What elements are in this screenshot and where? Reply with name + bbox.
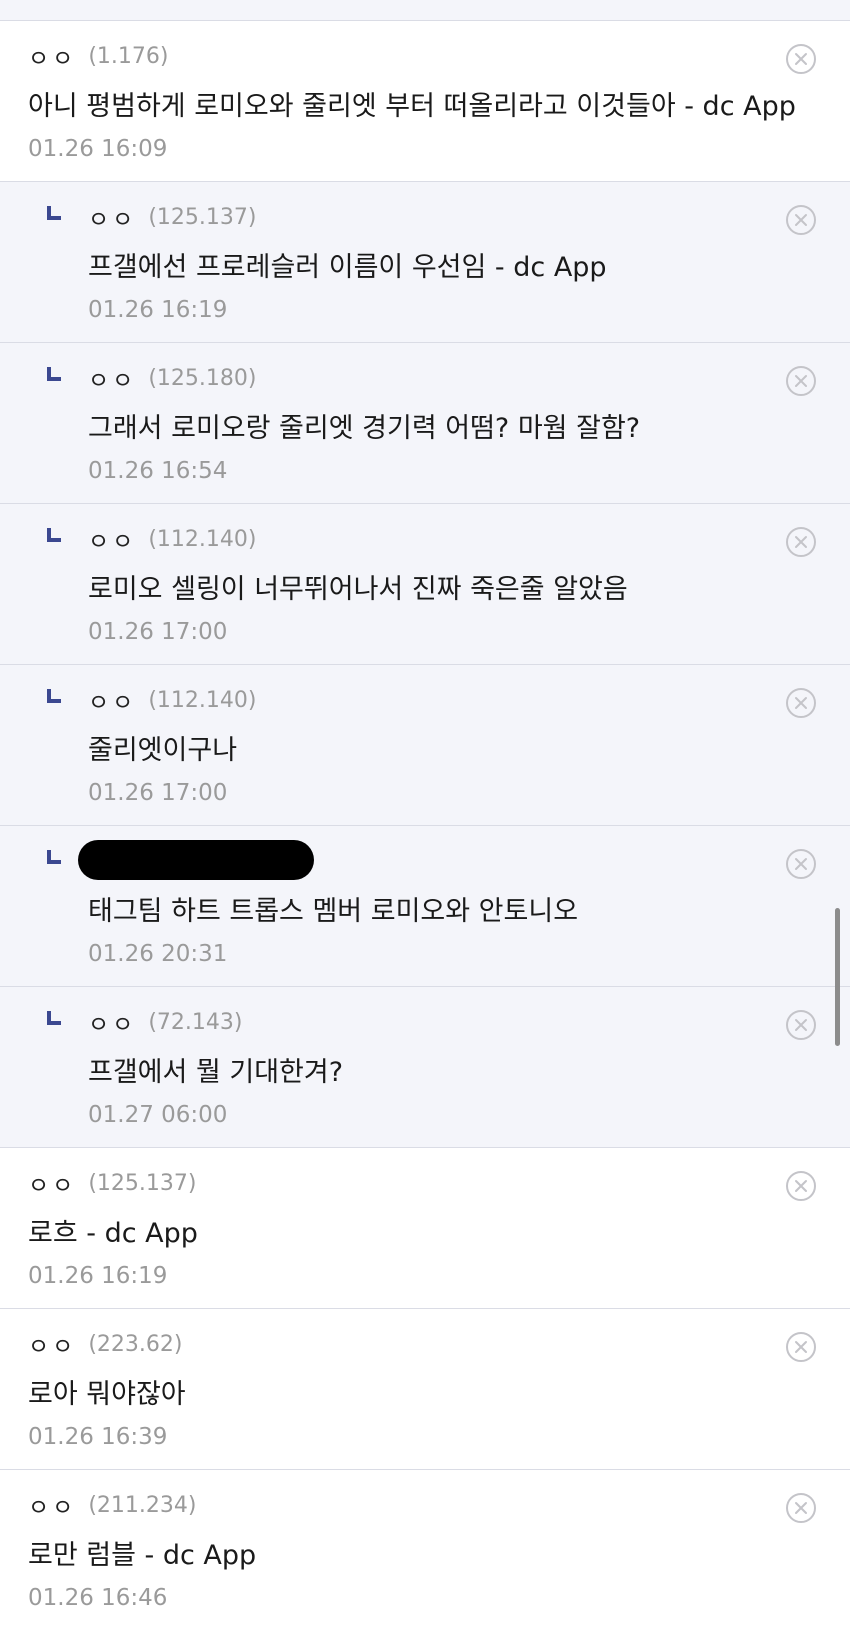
- comment-timestamp: 01.26 17:00: [88, 619, 228, 645]
- comment-timestamp: 01.26 17:00: [88, 780, 228, 806]
- comment-list: ㅇㅇ (1.176) 아니 평범하게 로미오와 줄리엣 부터 떠올리라고 이것들아 …: [0, 21, 850, 1630]
- delete-comment-button[interactable]: [786, 1332, 816, 1362]
- reply-arrow-icon: [47, 1011, 61, 1025]
- comment-header: ㅇㅇ (112.140): [88, 683, 256, 717]
- comment-header: ㅇㅇ (125.137): [28, 1166, 196, 1200]
- author-name[interactable]: ㅇㅇ: [88, 200, 136, 234]
- delete-comment-button[interactable]: [786, 849, 816, 879]
- delete-comment-button[interactable]: [786, 44, 816, 74]
- comment-header: ㅇㅇ (223.62): [28, 1327, 182, 1361]
- redacted-author: [78, 840, 314, 880]
- delete-comment-button[interactable]: [786, 527, 816, 557]
- close-circle-icon: [795, 214, 807, 226]
- author-ip: (125.137): [148, 204, 257, 230]
- author-name[interactable]: ㅇㅇ: [28, 1327, 76, 1361]
- comment-item: ㅇㅇ (125.137) 로흐 - dc App 01.26 16:19: [0, 1148, 850, 1309]
- comment-header: ㅇㅇ (125.180): [88, 361, 256, 395]
- author-name[interactable]: ㅇㅇ: [28, 39, 76, 73]
- delete-comment-button[interactable]: [786, 366, 816, 396]
- reply-comment: ㅇㅇ (125.180) 그래서 로미오랑 줄리엣 경기력 어떰? 마웜 잘함? 01…: [0, 343, 850, 504]
- comment-page: ㅇㅇ (1.176) 아니 평범하게 로미오와 줄리엣 부터 떠올리라고 이것들아 …: [0, 0, 850, 1630]
- close-circle-icon: [795, 1502, 807, 1514]
- comment-text: 태그팀 하트 트롭스 멤버 로미오와 안토니오: [88, 896, 579, 927]
- reply-arrow-icon: [47, 528, 61, 542]
- comment-item: ㅇㅇ (211.234) 로만 럼블 - dc App 01.26 16:46: [0, 1470, 850, 1630]
- comment-timestamp: 01.26 16:46: [28, 1585, 168, 1611]
- comment-header: ㅇㅇ (1.176): [28, 39, 168, 73]
- author-ip: (72.143): [148, 1009, 243, 1035]
- delete-comment-button[interactable]: [786, 688, 816, 718]
- author-ip: (112.140): [148, 526, 257, 552]
- comment-text: 로미오 셀링이 너무뛰어나서 진짜 죽은줄 알았음: [88, 574, 628, 605]
- delete-comment-button[interactable]: [786, 1493, 816, 1523]
- comment-item: ㅇㅇ (223.62) 로아 뭐야잖아 01.26 16:39: [0, 1309, 850, 1470]
- author-name[interactable]: ㅇㅇ: [88, 522, 136, 556]
- author-ip: (125.137): [88, 1170, 197, 1196]
- comment-text: 줄리엣이구나: [88, 735, 238, 766]
- reply-comment: ㅇㅇ (72.143) 프갤에서 뭘 기대한겨? 01.27 06:00: [0, 987, 850, 1148]
- close-circle-icon: [795, 1019, 807, 1031]
- author-ip: (125.180): [148, 365, 257, 391]
- delete-comment-button[interactable]: [786, 1010, 816, 1040]
- comment-timestamp: 01.26 16:09: [28, 136, 168, 162]
- reply-comment: 태그팀 하트 트롭스 멤버 로미오와 안토니오 01.26 20:31: [0, 826, 850, 987]
- comment-item: ㅇㅇ (1.176) 아니 평범하게 로미오와 줄리엣 부터 떠올리라고 이것들아 …: [0, 21, 850, 182]
- comment-text: 프갤에서 뭘 기대한겨?: [88, 1057, 344, 1088]
- close-circle-icon: [795, 697, 807, 709]
- author-ip: (112.140): [148, 687, 257, 713]
- comment-header: ㅇㅇ (125.137): [88, 200, 256, 234]
- author-name[interactable]: ㅇㅇ: [88, 361, 136, 395]
- author-ip: (223.62): [88, 1331, 183, 1357]
- reply-arrow-icon: [47, 206, 61, 220]
- author-ip: (211.234): [88, 1492, 197, 1518]
- close-circle-icon: [795, 53, 807, 65]
- reply-comment: ㅇㅇ (112.140) 로미오 셀링이 너무뛰어나서 진짜 죽은줄 알았음 01.2…: [0, 504, 850, 665]
- close-circle-icon: [795, 536, 807, 548]
- comment-timestamp: 01.26 20:31: [88, 941, 228, 967]
- comment-header: ㅇㅇ (72.143): [88, 1005, 242, 1039]
- author-name[interactable]: ㅇㅇ: [28, 1488, 76, 1522]
- close-circle-icon: [795, 1180, 807, 1192]
- comment-timestamp: 01.26 16:19: [28, 1263, 168, 1289]
- comment-text: 로흐 - dc App: [28, 1218, 198, 1249]
- close-circle-icon: [795, 858, 807, 870]
- close-circle-icon: [795, 1341, 807, 1353]
- comment-timestamp: 01.27 06:00: [88, 1102, 228, 1128]
- comment-text: 그래서 로미오랑 줄리엣 경기력 어떰? 마웜 잘함?: [88, 413, 641, 444]
- previous-comment-edge: [0, 0, 850, 21]
- comment-header: ㅇㅇ (112.140): [88, 522, 256, 556]
- comment-text: 로만 럼블 - dc App: [28, 1540, 257, 1571]
- reply-arrow-icon: [47, 689, 61, 703]
- delete-comment-button[interactable]: [786, 1171, 816, 1201]
- reply-arrow-icon: [47, 850, 61, 864]
- comment-text: 아니 평범하게 로미오와 줄리엣 부터 떠올리라고 이것들아 - dc App: [28, 91, 796, 122]
- comment-text: 로아 뭐야잖아: [28, 1379, 186, 1410]
- comment-text: 프갤에선 프로레슬러 이름이 우선임 - dc App: [88, 252, 607, 283]
- comment-timestamp: 01.26 16:19: [88, 297, 228, 323]
- close-circle-icon: [795, 375, 807, 387]
- author-name[interactable]: ㅇㅇ: [88, 1005, 136, 1039]
- reply-comment: ㅇㅇ (125.137) 프갤에선 프로레슬러 이름이 우선임 - dc App 01…: [0, 182, 850, 343]
- comment-timestamp: 01.26 16:39: [28, 1424, 168, 1450]
- author-ip: (1.176): [88, 43, 169, 69]
- delete-comment-button[interactable]: [786, 205, 816, 235]
- reply-comment: ㅇㅇ (112.140) 줄리엣이구나 01.26 17:00: [0, 665, 850, 826]
- scrollbar[interactable]: [835, 908, 840, 1046]
- comment-header: ㅇㅇ (211.234): [28, 1488, 196, 1522]
- reply-arrow-icon: [47, 367, 61, 381]
- author-name[interactable]: ㅇㅇ: [88, 683, 136, 717]
- author-name[interactable]: ㅇㅇ: [28, 1166, 76, 1200]
- comment-timestamp: 01.26 16:54: [88, 458, 228, 484]
